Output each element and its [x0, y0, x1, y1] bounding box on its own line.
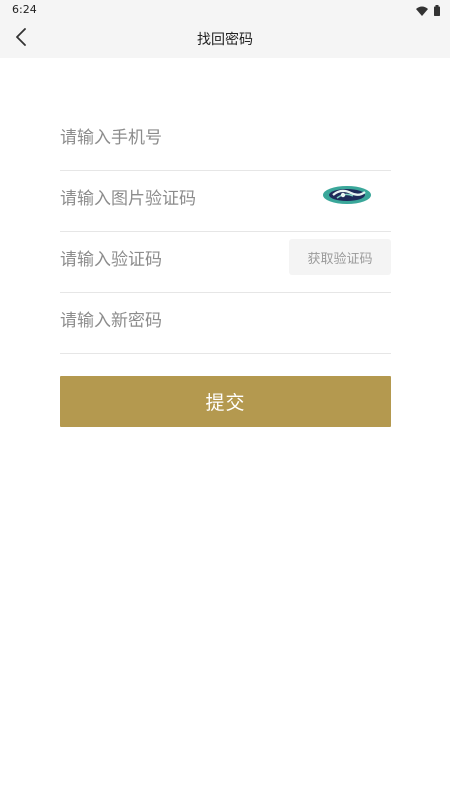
submit-button[interactable]: 提交: [60, 376, 391, 427]
new-password-input[interactable]: [60, 303, 280, 339]
reset-password-form: 获取验证码: [60, 110, 391, 354]
page-title: 找回密码: [197, 32, 253, 48]
get-code-button[interactable]: 获取验证码: [289, 239, 391, 275]
wifi-icon: [416, 1, 428, 20]
sms-code-input[interactable]: [60, 242, 280, 278]
status-time: 6:24: [12, 3, 37, 16]
status-icons: [416, 3, 440, 17]
app-bar: 找回密码: [0, 20, 450, 58]
status-bar: 6:24: [0, 0, 450, 20]
battery-icon: [434, 1, 440, 20]
captcha-image[interactable]: [321, 183, 373, 207]
image-code-input[interactable]: [60, 181, 280, 217]
sms-code-field-row: 获取验证码: [60, 232, 391, 293]
new-password-field-row: [60, 293, 391, 354]
image-code-field-row: [60, 171, 391, 232]
phone-input[interactable]: [60, 120, 280, 156]
phone-field-row: [60, 110, 391, 171]
